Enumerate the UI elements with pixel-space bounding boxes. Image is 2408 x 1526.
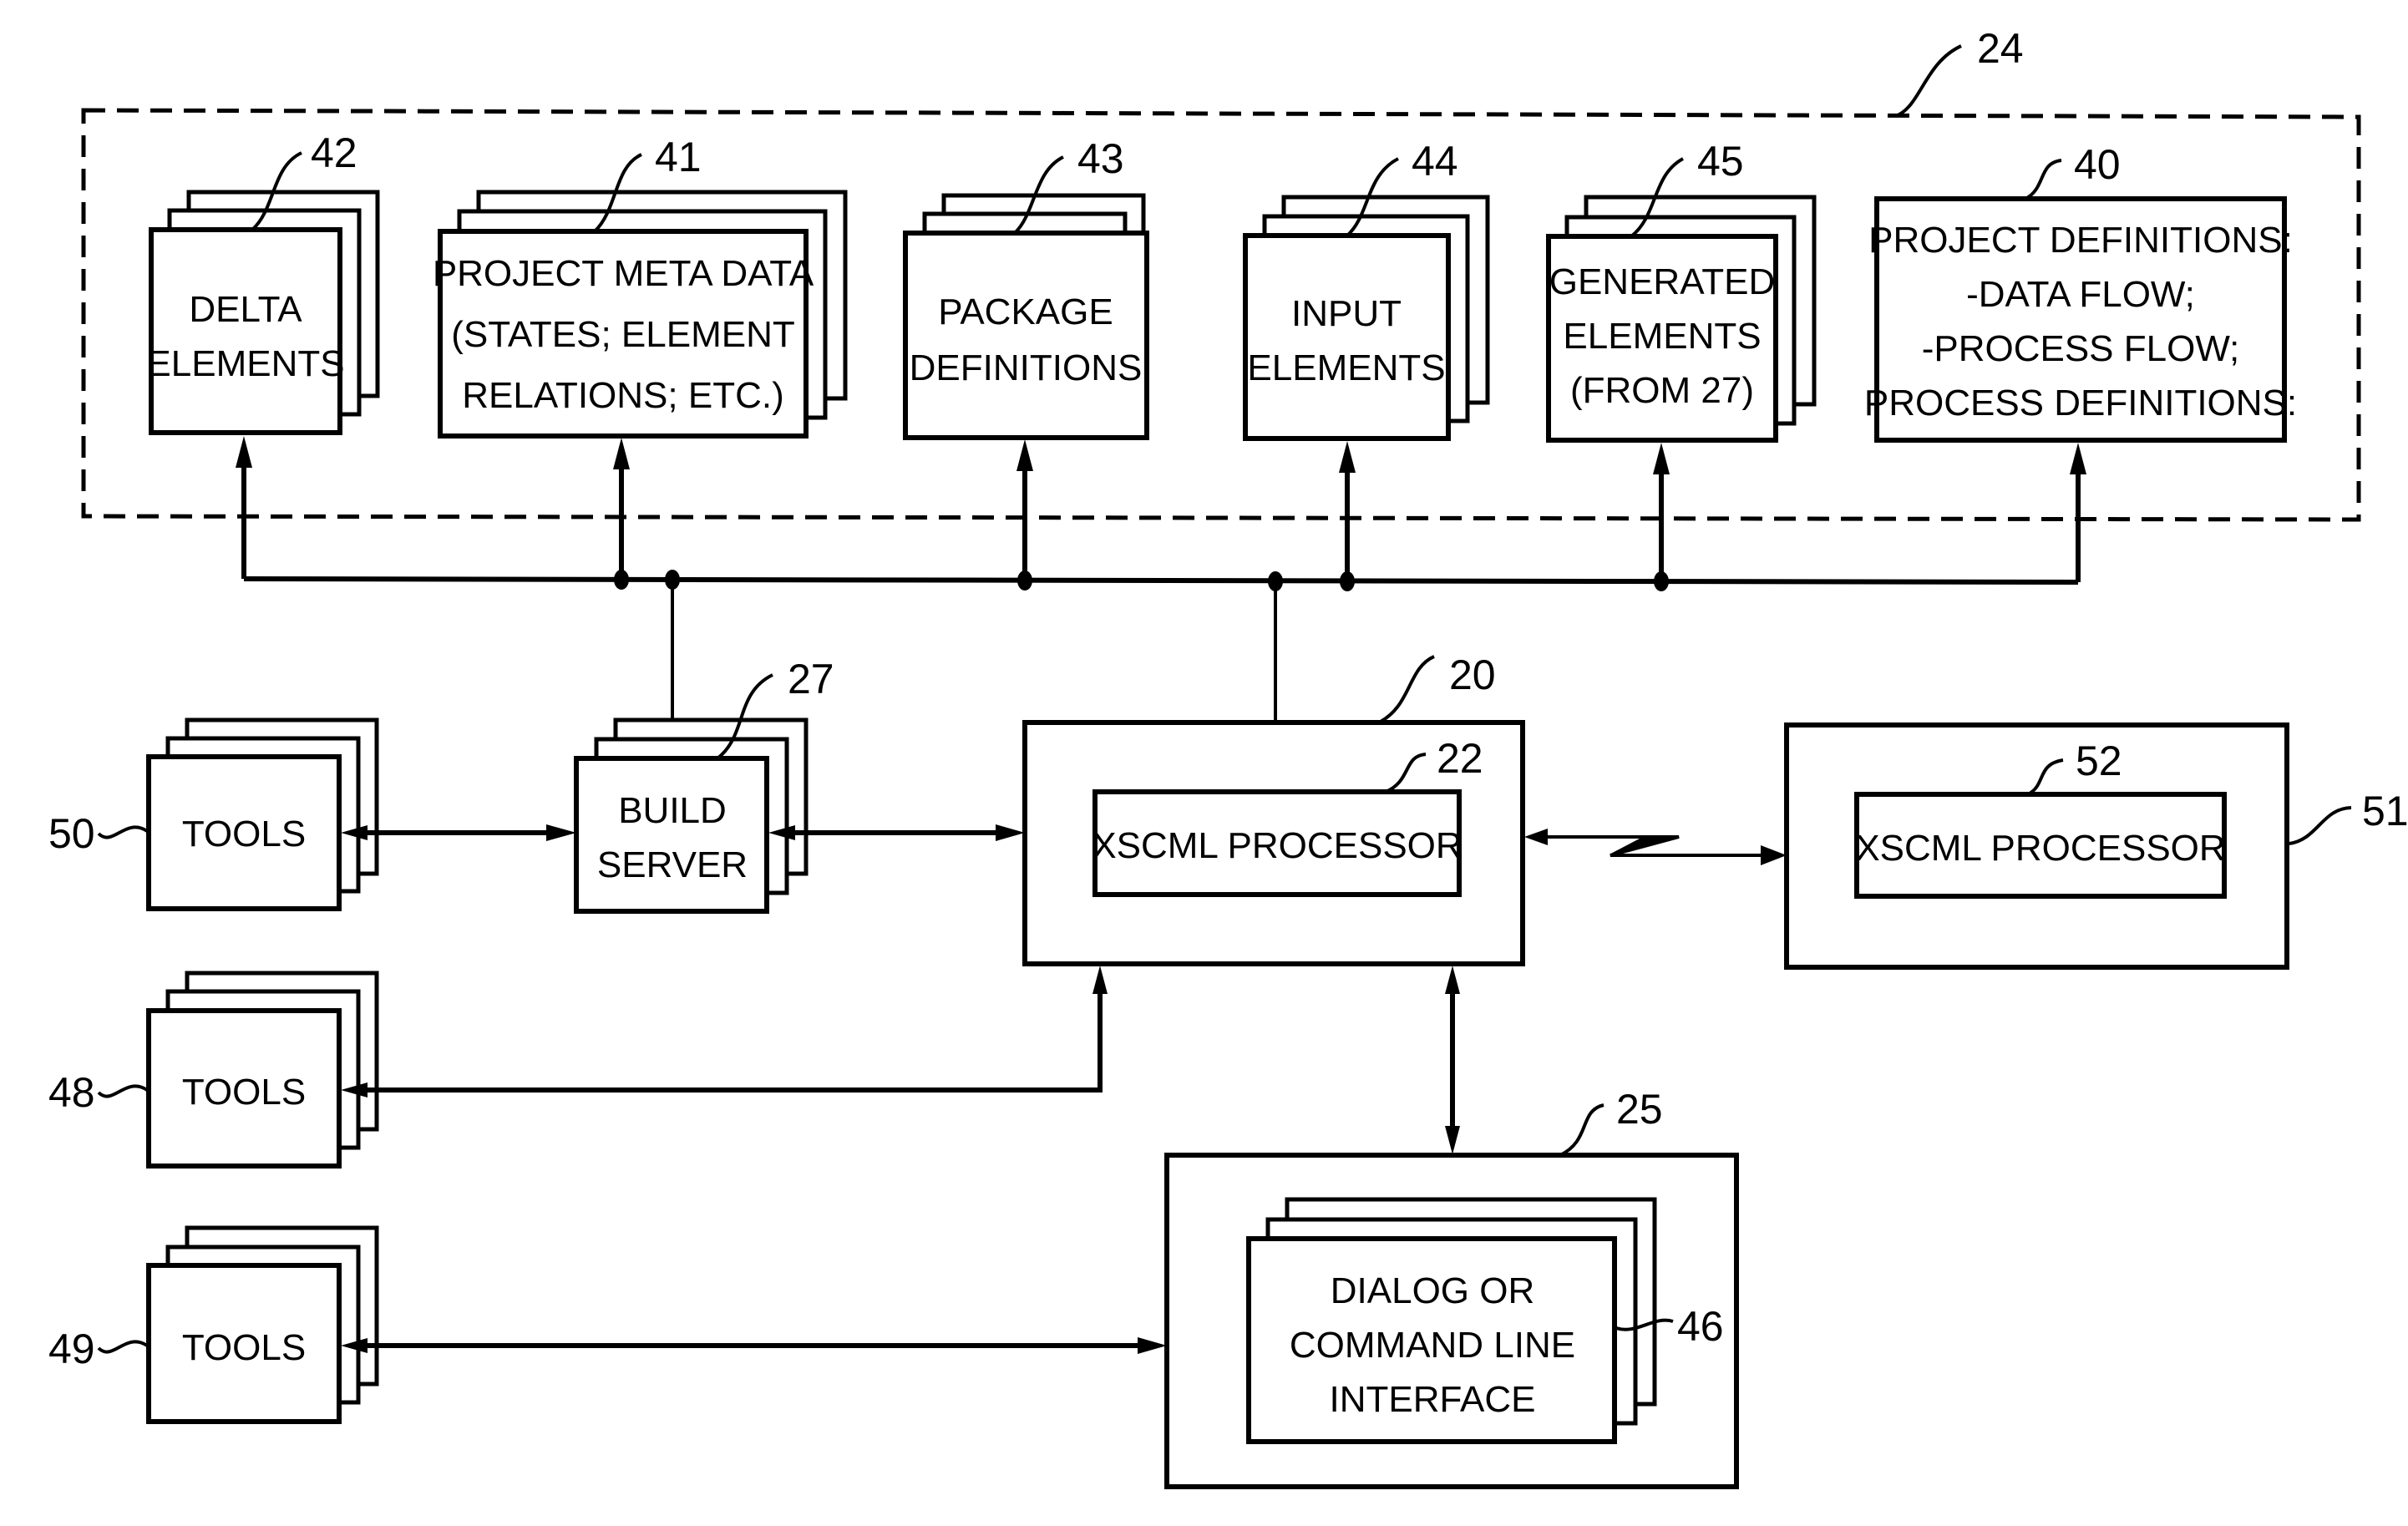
package-ref-label: 43 — [1077, 135, 1124, 182]
tools-49-ref-label: 49 — [48, 1326, 95, 1372]
system-block-diagram: 24 DELTA ELEMENTS 42 PROJECT META DATA (… — [48, 25, 2408, 1489]
processor-22-ref-label: 22 — [1437, 735, 1483, 782]
host-20-leader-line — [1378, 655, 1435, 724]
tools-48-stack[interactable]: TOOLS 48 — [48, 971, 379, 1169]
input-elements-box — [1243, 233, 1451, 441]
arrow-up-to-host — [1445, 966, 1460, 994]
interface-host-25-leader-line — [1559, 1103, 1604, 1157]
arrow-to-generated — [1653, 443, 1670, 474]
projdefs-line-3: -PROCESS FLOW; — [1922, 328, 2240, 369]
tools-48-label: TOOLS — [182, 1072, 306, 1113]
meta-line-3: RELATIONS; ETC.) — [462, 375, 783, 416]
dialog-line-3: INTERFACE — [1330, 1379, 1536, 1420]
build-server-line-2: SERVER — [597, 844, 748, 885]
remote-host-51[interactable]: 51 XSCML PROCESSOR 52 — [1784, 722, 2408, 970]
delta-elements-line-1: DELTA — [189, 289, 302, 330]
remote-51-leader-line — [2289, 806, 2352, 845]
meta-ref-label: 41 — [655, 134, 702, 180]
generated-elements-stack[interactable]: GENERATED ELEMENTS (FROM 27) 45 — [1546, 138, 1817, 443]
input-ref-label: 44 — [1412, 138, 1458, 185]
tools-48-ref-label: 48 — [48, 1069, 95, 1116]
dialog-line-2: COMMAND LINE — [1290, 1325, 1575, 1366]
host-20-ref-label: 20 — [1449, 651, 1496, 698]
arrow-to-delta — [236, 436, 252, 468]
generated-ref-label: 45 — [1697, 138, 1744, 185]
tools-49-stack[interactable]: TOOLS 49 — [48, 1225, 379, 1424]
package-definitions-box — [903, 231, 1149, 440]
input-line-1: INPUT — [1291, 293, 1402, 334]
meta-line-2: (STATES; ELEMENT — [451, 314, 795, 355]
interface-host-25-ref-label: 25 — [1616, 1086, 1663, 1133]
tools-50-stack[interactable]: TOOLS 50 — [48, 717, 379, 911]
repository-leader-line — [1897, 44, 1962, 117]
delta-ref-label: 42 — [311, 129, 357, 176]
arrow-to-remote — [1761, 845, 1787, 865]
build-server-ref-label: 27 — [788, 656, 834, 702]
meta-line-1: PROJECT META DATA — [433, 253, 814, 294]
repository-ref-label: 24 — [1977, 25, 2024, 72]
build-server-box — [574, 756, 769, 914]
projdefs-line-1: PROJECT DEFINITIONS: — [1868, 220, 2293, 261]
arrow-to-input — [1339, 441, 1356, 473]
tools-48-to-host-connector — [341, 966, 1108, 1098]
dialog-interface-stack[interactable]: DIALOG OR COMMAND LINE INTERFACE 46 — [1246, 1197, 1724, 1444]
tools-49-to-interface-connector — [341, 1337, 1167, 1354]
arrow-to-interface-host — [1138, 1337, 1167, 1354]
arrow-to-projdefs — [2070, 443, 2086, 474]
host-to-interface-connector — [1445, 966, 1460, 1154]
tools-48-leader-line — [97, 1084, 149, 1098]
arrow-to-meta — [613, 438, 630, 469]
network-link — [1524, 829, 1787, 865]
package-line-2: DEFINITIONS — [910, 347, 1143, 388]
arrow-down-to-interface — [1445, 1126, 1460, 1154]
generated-line-1: GENERATED — [1549, 261, 1776, 302]
xscml-processor-22-label: XSCML PROCESSOR — [1092, 825, 1462, 866]
remote-51-ref-label: 51 — [2362, 788, 2408, 834]
tools-49-label: TOOLS — [182, 1327, 306, 1368]
arrow-to-host — [996, 824, 1025, 841]
processor-52-ref-label: 52 — [2076, 738, 2122, 784]
arrow-to-package — [1016, 439, 1033, 471]
input-elements-stack[interactable]: INPUT ELEMENTS 44 — [1243, 138, 1490, 441]
tools-49-leader-line — [97, 1340, 149, 1354]
tools-50-leader-line — [97, 825, 149, 839]
input-line-2: ELEMENTS — [1247, 347, 1445, 388]
generated-line-3: (FROM 27) — [1570, 370, 1754, 411]
lightning-bolt-icon — [1610, 835, 1680, 857]
package-line-1: PACKAGE — [938, 292, 1113, 332]
junction-dot — [1017, 570, 1032, 591]
projdefs-line-4: PROCESS DEFINITIONS: — [1864, 383, 2297, 423]
delta-elements-line-2: ELEMENTS — [146, 343, 344, 384]
package-definitions-stack[interactable]: PACKAGE DEFINITIONS 43 — [903, 135, 1149, 440]
dialog-line-1: DIALOG OR — [1331, 1270, 1535, 1311]
project-definitions-box-group[interactable]: PROJECT DEFINITIONS: -DATA FLOW; -PROCES… — [1864, 141, 2297, 443]
junction-dot — [1340, 571, 1355, 591]
connector-line — [368, 994, 1103, 1093]
arrow-to-host-bottom — [1092, 966, 1108, 994]
generated-line-2: ELEMENTS — [1563, 316, 1761, 357]
projdefs-leader-line — [2024, 159, 2062, 200]
dialog-ref-label: 46 — [1677, 1303, 1724, 1350]
arrow-to-build-server-left — [546, 824, 576, 841]
build-server-line-1: BUILD — [618, 790, 727, 831]
projdefs-ref-label: 40 — [2074, 141, 2121, 188]
projdefs-line-2: -DATA FLOW; — [1966, 274, 2195, 315]
bus-horizontal-line — [243, 576, 2079, 585]
delta-elements-stack[interactable]: DELTA ELEMENTS 42 — [146, 129, 380, 435]
tools-50-ref-label: 50 — [48, 810, 95, 857]
delta-elements-box — [149, 227, 342, 435]
tools-50-label: TOOLS — [182, 814, 306, 854]
build-server-stack[interactable]: BUILD SERVER 27 — [574, 656, 834, 914]
junction-dot — [1654, 571, 1669, 591]
project-meta-data-stack[interactable]: PROJECT META DATA (STATES; ELEMENT RELAT… — [433, 134, 848, 439]
xscml-processor-52-label: XSCML PROCESSOR — [1855, 828, 2225, 869]
junction-dot — [614, 570, 629, 590]
arrow-to-host-right — [1524, 829, 1548, 845]
